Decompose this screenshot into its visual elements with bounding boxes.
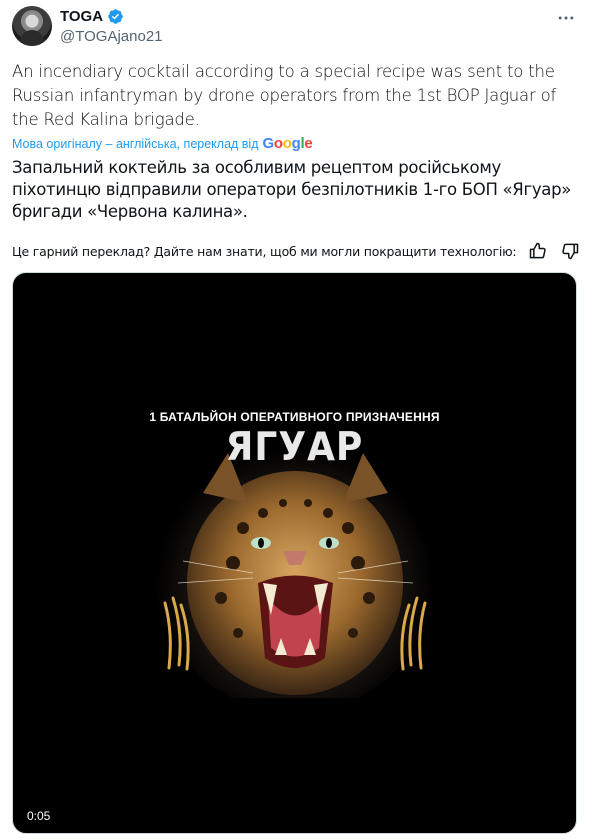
feedback-prompt: Це гарний переклад? Дайте нам знати, щоб…	[12, 243, 517, 259]
tweet-text: An incendiary cocktail according to a sp…	[12, 62, 557, 129]
verified-badge-icon	[108, 9, 123, 24]
jaguar-emblem-image	[155, 433, 435, 698]
tweet-header: TOGA @TOGAjano21	[12, 6, 582, 50]
author-name-row: TOGA	[60, 8, 124, 25]
author-handle[interactable]: @TOGAjano21	[60, 28, 163, 45]
translation-feedback-row: Це гарний переклад? Дайте нам знати, щоб…	[12, 240, 582, 262]
video-timestamp: 0:05	[27, 809, 51, 823]
google-logo: Google	[262, 135, 313, 152]
translation-meta-label: Мова оригіналу – англійська, переклад ві…	[12, 136, 259, 151]
jaguar-title: ЯГУАР	[225, 424, 364, 471]
thumbs-up-icon[interactable]	[528, 241, 548, 261]
translated-text: Запальний коктейль за особливим рецептом…	[12, 158, 572, 221]
more-options-icon[interactable]	[556, 8, 576, 28]
thumbs-down-icon[interactable]	[560, 241, 580, 261]
battalion-subtitle: 1 БАТАЛЬЙОН ОПЕРАТИВНОГО ПРИЗНАЧЕННЯ	[149, 410, 440, 424]
avatar[interactable]	[12, 6, 52, 46]
translation-meta[interactable]: Мова оригіналу – англійська, переклад ві…	[12, 135, 313, 152]
author-display-name[interactable]: TOGA	[60, 8, 103, 25]
video-player[interactable]: 1 БАТАЛЬЙОН ОПЕРАТИВНОГО ПРИЗНАЧЕННЯ ЯГУ…	[12, 272, 577, 834]
